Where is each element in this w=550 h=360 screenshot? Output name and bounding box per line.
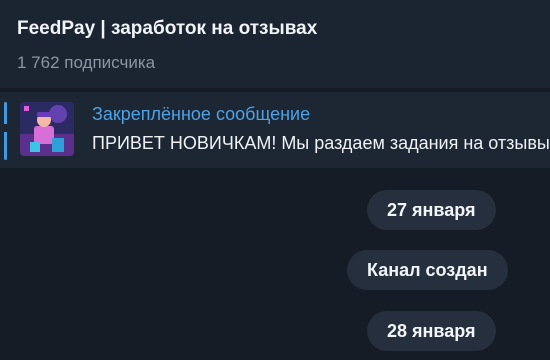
pinned-thumbnail-art <box>20 102 74 156</box>
pinned-message-label: Закреплённое сообщение <box>92 104 311 124</box>
service-message-channel-created: Канал создан <box>347 250 508 290</box>
subscriber-count: 1 762 подписчика <box>17 53 156 72</box>
telegram-channel-view: FeedPay | заработок на отзывах 1 762 под… <box>0 0 550 360</box>
pinned-message-preview: ПРИВЕТ НОВИЧКАМ! Мы раздаем задания на о… <box>92 133 550 153</box>
date-separator: 28 января <box>367 311 496 351</box>
pinned-thumbnail-image[interactable] <box>20 102 74 156</box>
channel-title[interactable]: FeedPay | заработок на отзывах <box>17 18 317 40</box>
date-separator: 27 января <box>367 190 496 230</box>
channel-header[interactable]: FeedPay | заработок на отзывах 1 762 под… <box>0 0 550 88</box>
pinned-indicator <box>4 102 7 160</box>
